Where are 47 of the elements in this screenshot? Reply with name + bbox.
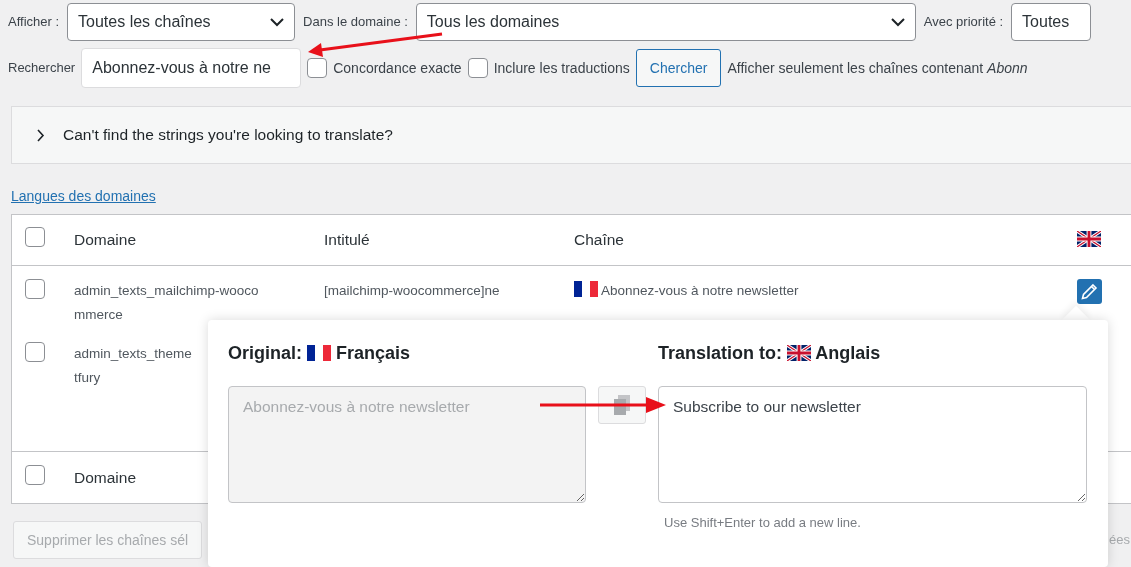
edit-button[interactable] [1077, 279, 1102, 304]
domain-languages-link[interactable]: Langues des domaines [11, 188, 156, 204]
checkbox[interactable] [25, 227, 45, 247]
copy-icon [613, 394, 631, 416]
column-header: Chaîne [574, 231, 624, 249]
help-panel-text: Can't find the strings you're looking to translate? [63, 125, 393, 146]
column-header: Domaine [74, 467, 137, 488]
checkbox[interactable] [307, 58, 328, 78]
table-cell-text: tfury [74, 369, 101, 387]
original-title: Original: Français [228, 342, 412, 365]
table-cell-text: admin_texts_mailchimp-wooco [74, 282, 259, 300]
filter-label: Afficher : [8, 13, 60, 32]
checkbox-label: Inclure les traductions [493, 58, 630, 78]
french-flag-icon [574, 281, 598, 297]
translation-field[interactable]: Subscribe to our newsletter [658, 386, 1087, 503]
checkbox[interactable] [25, 342, 45, 362]
dropdown[interactable]: Toutes les chaînes [67, 3, 296, 41]
british-flag-icon [1077, 230, 1101, 247]
search-button[interactable]: Chercher [635, 49, 722, 87]
search-field[interactable]: Abonnez-vous à notre ne [81, 48, 302, 88]
column-header: Intitulé [324, 231, 370, 249]
checkbox[interactable] [25, 464, 45, 485]
translation-title: Translation to: Anglais [658, 342, 882, 365]
filter-label: Dans le domaine : [303, 13, 408, 32]
pencil-icon [1081, 283, 1098, 300]
table-cell: Abonnez-vous à notre newsletter [601, 283, 799, 298]
search-label: Rechercher [8, 59, 76, 78]
british-flag-icon [787, 345, 811, 361]
dropdown[interactable]: Tous les domaines [415, 3, 916, 41]
chevron-down-icon [270, 17, 285, 27]
hint-text: Use Shift+Enter to add a new line. [664, 514, 862, 532]
checkbox-label: Concordance exacte [333, 58, 462, 78]
table-cell-text: mmerce [74, 306, 123, 324]
french-flag-icon [307, 345, 331, 361]
chevron-right-icon [36, 128, 45, 142]
filter-label: Avec priorité : [923, 13, 1004, 32]
checkbox[interactable] [467, 58, 488, 78]
chevron-down-icon [890, 17, 905, 27]
table-cell-text: admin_texts_theme [74, 345, 192, 363]
table-cell: [mailchimp-woocommerce]ne [324, 283, 500, 298]
original-text-field: Abonnez-vous à notre newsletter [228, 386, 586, 503]
search-summary: Afficher seulement les chaînes contenant Abonn [727, 58, 1028, 78]
dropdown[interactable]: Toutes [1011, 3, 1092, 41]
help-panel[interactable]: Can't find the strings you're looking to translate? [11, 106, 1131, 164]
checkbox[interactable] [25, 279, 45, 299]
button-text: ées [1109, 531, 1130, 550]
column-header: Domaine [74, 231, 137, 249]
